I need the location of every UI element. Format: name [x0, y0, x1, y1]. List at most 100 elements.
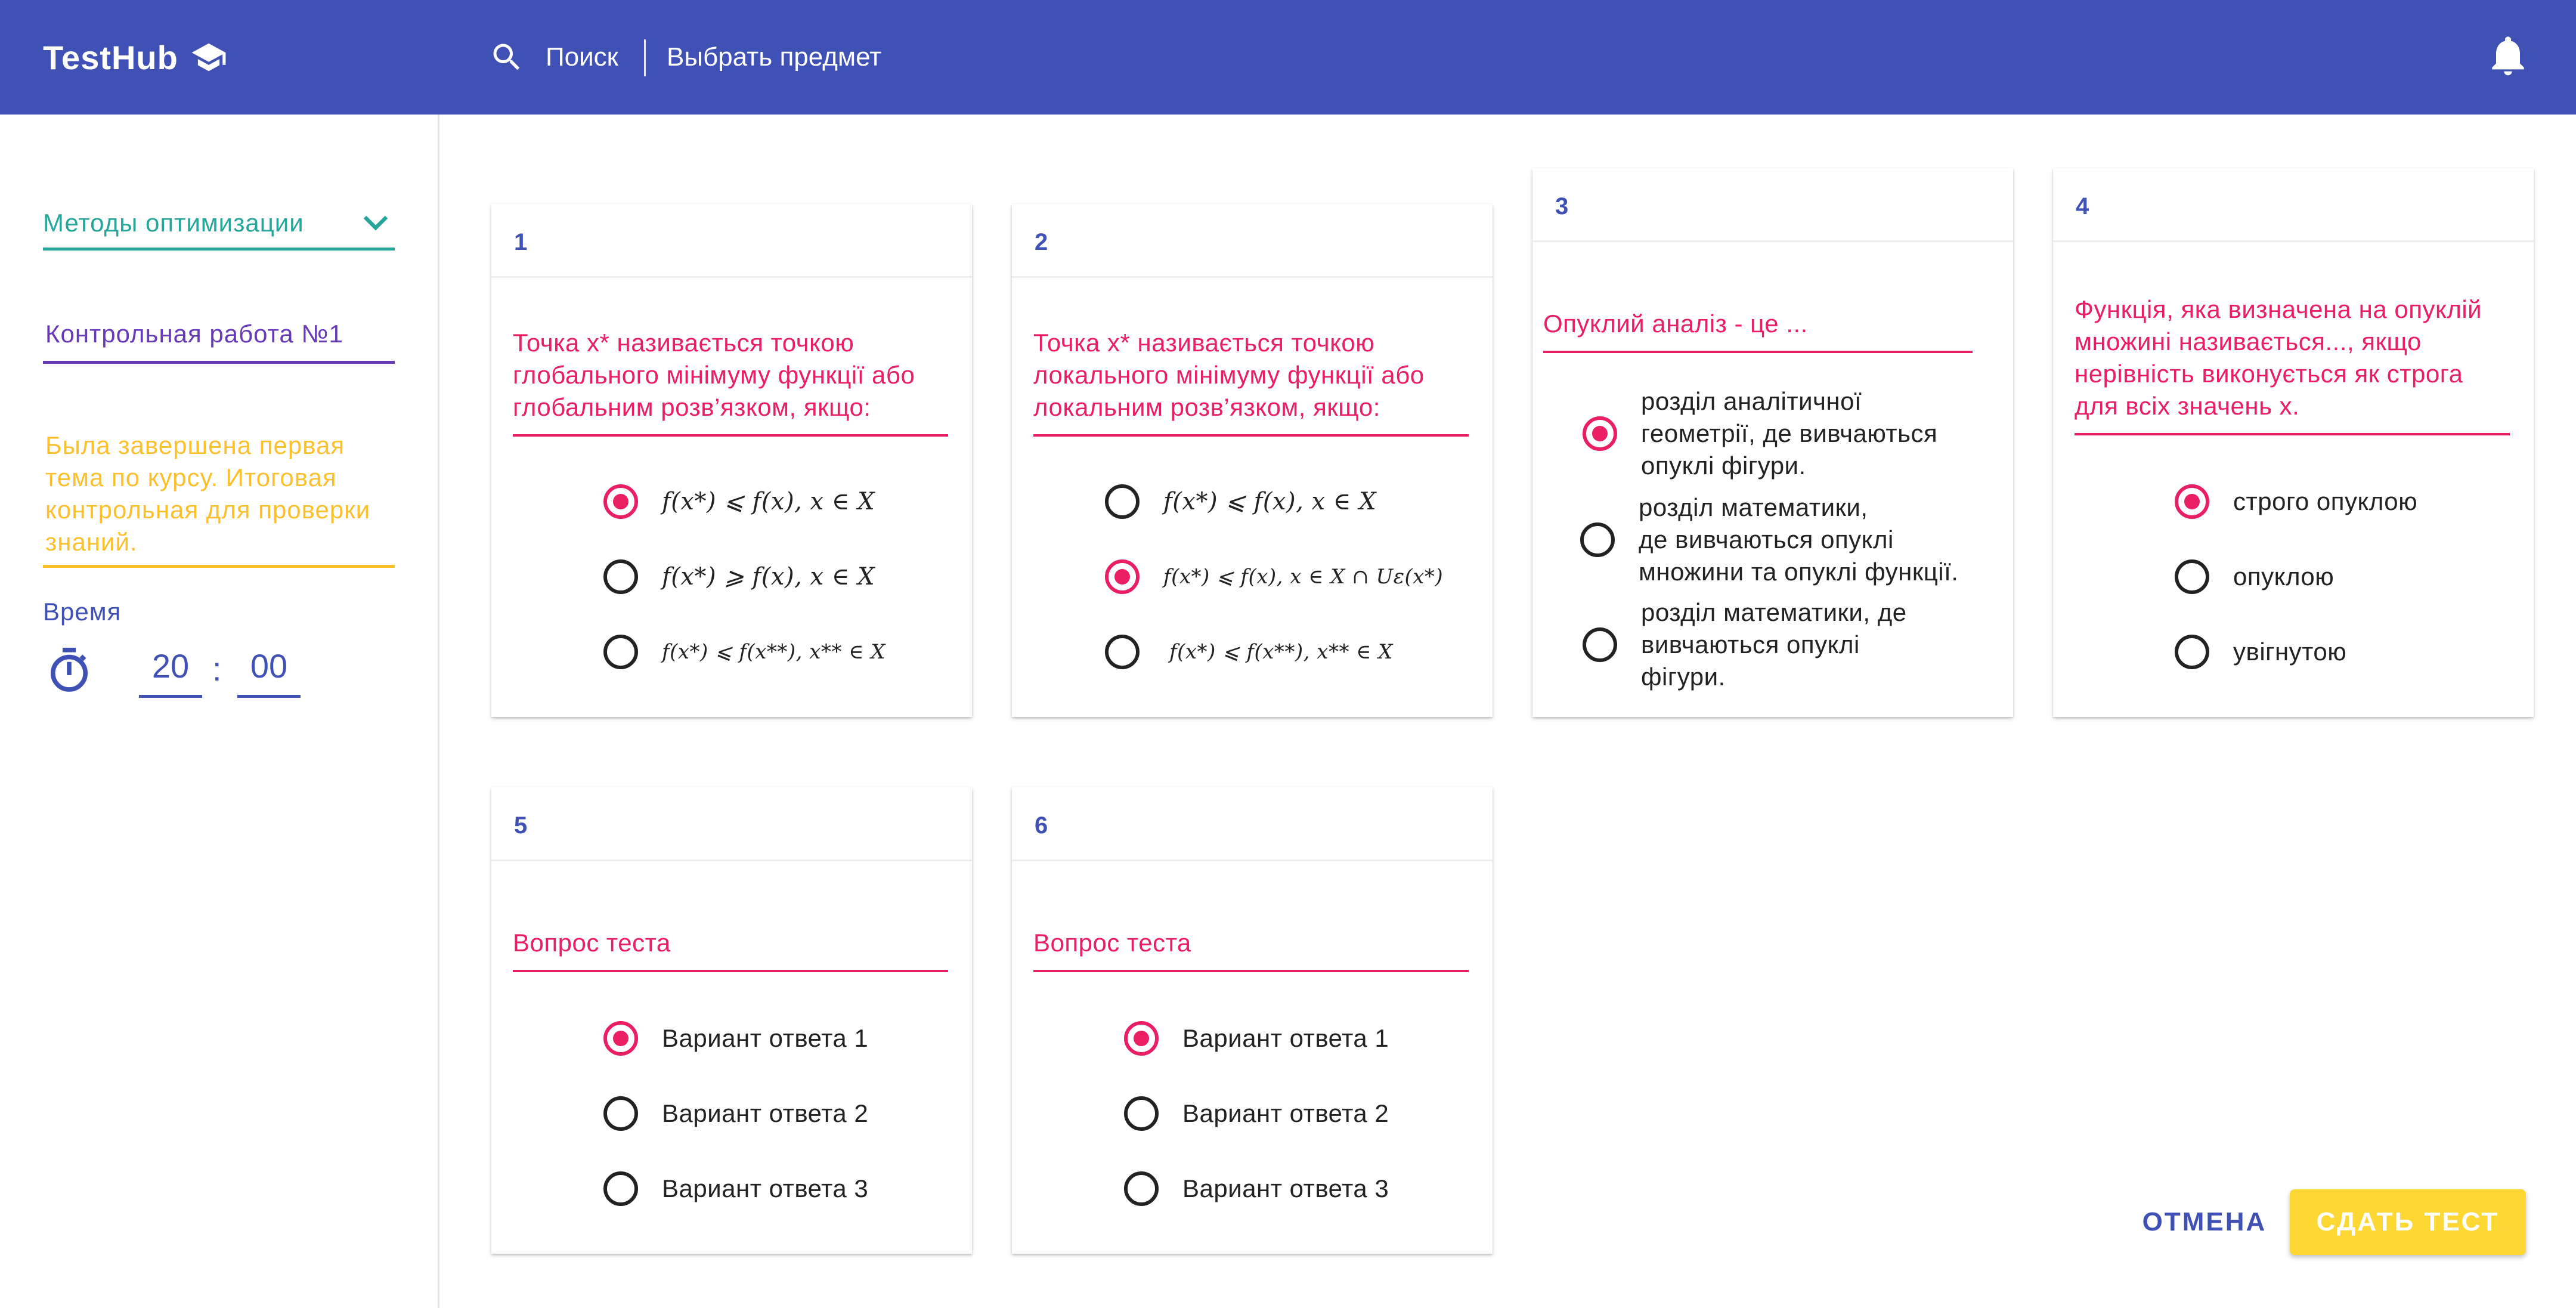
subject-select[interactable]: Методы оптимизации: [43, 202, 395, 251]
answer-option-label: f(x*) ⩽ f(x**), x** ∈ X: [1169, 640, 1393, 664]
card-header: 3: [1532, 168, 2013, 242]
radio-icon[interactable]: [2175, 635, 2209, 669]
test-description-field[interactable]: Была завершена первая тема по курсу. Ито…: [43, 429, 395, 568]
answer-line: розділ математики, де: [1641, 598, 1907, 626]
question-text: Опуклий аналіз - це ...: [1543, 308, 1973, 353]
select-subject-link[interactable]: Выбрать предмет: [667, 41, 881, 74]
question-text: Вопрос теста: [513, 927, 948, 972]
brand-logo[interactable]: TestHub: [43, 35, 227, 80]
question-number: 3: [1555, 193, 1569, 219]
answer-option-label: Вариант ответа 1: [1182, 1024, 1389, 1052]
search-link[interactable]: Поиск: [546, 41, 618, 74]
submit-test-button[interactable]: СДАТЬ ТЕСТ: [2290, 1189, 2526, 1255]
answer-option-2[interactable]: Вариант ответа 2: [603, 1096, 868, 1131]
card-header: 2: [1012, 204, 1493, 278]
question-card-5: 5 Вопрос теста Вариант ответа 1 Вариант …: [491, 787, 972, 1254]
answer-option-label: f(x*) ⩽ f(x), x ∈ X: [1163, 488, 1377, 515]
question-card-3: 3 Опуклий аналіз - це ... розділ аналіти…: [1532, 168, 2013, 717]
answer-option-1[interactable]: строго опуклою: [2175, 484, 2417, 519]
radio-icon[interactable]: [1583, 627, 1617, 662]
question-card-4: 4 Функція, яка визначена на опуклій множ…: [2053, 168, 2534, 717]
answer-option-label: строго опуклою: [2233, 487, 2418, 515]
answer-option-label: f(x*) ⩽ f(x**), x** ∈ X: [662, 640, 886, 664]
radio-icon[interactable]: [1124, 1021, 1159, 1056]
minutes-input[interactable]: 20: [139, 641, 202, 698]
search-icon[interactable]: [489, 39, 525, 75]
question-number: 6: [1035, 812, 1048, 839]
radio-icon[interactable]: [1105, 484, 1140, 519]
question-number: 2: [1035, 229, 1048, 255]
answer-option-2[interactable]: розділ математики, де вивчаються опуклі …: [1580, 491, 1958, 588]
answer-line: опуклі фігури.: [1641, 452, 1806, 480]
answer-option-label: розділ аналітичної геометрії, де вивчают…: [1641, 385, 1937, 482]
answer-option-label: Вариант ответа 1: [662, 1024, 869, 1052]
subject-select-value: Методы оптимизации: [43, 209, 304, 237]
brand-name: TestHub: [43, 38, 178, 76]
answer-option-1[interactable]: розділ аналітичної геометрії, де вивчают…: [1583, 385, 1937, 482]
answer-option-3[interactable]: Вариант ответа 3: [1124, 1171, 1389, 1206]
radio-icon[interactable]: [603, 1021, 638, 1056]
answer-option-label: Вариант ответа 3: [1182, 1174, 1389, 1202]
answer-option-label: Вариант ответа 3: [662, 1174, 869, 1202]
answer-option-label: увігнутою: [2233, 638, 2347, 666]
graduation-cap-icon: [191, 43, 226, 72]
answer-option-label: f(x*) ⩽ f(x), x ∈ X ∩ Uε(x*): [1163, 565, 1444, 589]
card-header: 4: [2053, 168, 2534, 242]
answer-option-label: Вариант ответа 2: [662, 1099, 869, 1127]
answer-option-1[interactable]: f(x*) ⩽ f(x), x ∈ X: [603, 484, 875, 519]
question-text: Вопрос теста: [1033, 927, 1469, 972]
answer-option-3[interactable]: f(x*) ⩽ f(x**), x** ∈ X: [603, 635, 886, 669]
appbar-divider: [644, 39, 646, 76]
radio-icon[interactable]: [603, 559, 638, 594]
answer-line: де вивчаються опуклі: [1639, 525, 1894, 553]
radio-icon[interactable]: [2175, 559, 2209, 594]
radio-icon[interactable]: [603, 1171, 638, 1206]
answer-option-2[interactable]: f(x*) ⩽ f(x), x ∈ X ∩ Uε(x*): [1105, 559, 1443, 594]
answer-option-2[interactable]: f(x*) ⩾ f(x), x ∈ X: [603, 559, 875, 594]
answer-option-1[interactable]: Вариант ответа 1: [603, 1021, 868, 1056]
answer-line: фігури.: [1641, 663, 1726, 691]
radio-icon[interactable]: [1583, 416, 1617, 451]
answer-option-label: опуклою: [2233, 562, 2334, 590]
answer-line: множини та опуклі функції.: [1639, 558, 1959, 586]
radio-icon[interactable]: [1124, 1096, 1159, 1131]
radio-icon[interactable]: [1580, 522, 1615, 557]
radio-icon[interactable]: [1105, 559, 1140, 594]
bell-icon[interactable]: [2484, 30, 2532, 81]
answer-option-3[interactable]: увігнутою: [2175, 635, 2346, 669]
answer-option-2[interactable]: опуклою: [2175, 559, 2334, 594]
answer-option-3[interactable]: Вариант ответа 3: [603, 1171, 868, 1206]
answer-option-label: розділ математики, де вивчаються опуклі …: [1641, 596, 1907, 693]
radio-icon[interactable]: [1124, 1171, 1159, 1206]
answer-option-label: розділ математики, де вивчаються опуклі …: [1639, 491, 1958, 588]
question-card-6: 6 Вопрос теста Вариант ответа 1 Вариант …: [1012, 787, 1493, 1254]
radio-icon[interactable]: [603, 1096, 638, 1131]
cancel-button[interactable]: ОТМЕНА: [2130, 1189, 2279, 1255]
answer-option-3[interactable]: розділ математики, де вивчаються опуклі …: [1583, 596, 1907, 693]
answer-option-2[interactable]: Вариант ответа 2: [1124, 1096, 1389, 1131]
time-label: Время: [43, 598, 122, 626]
chevron-down-icon[interactable]: [361, 211, 390, 235]
answer-option-3[interactable]: f(x*) ⩽ f(x**), x** ∈ X: [1105, 635, 1393, 669]
time-separator: :: [212, 650, 222, 688]
radio-icon[interactable]: [603, 635, 638, 669]
answer-option-label: Вариант ответа 2: [1182, 1099, 1389, 1127]
card-header: 1: [491, 204, 972, 278]
answer-option-1[interactable]: Вариант ответа 1: [1124, 1021, 1389, 1056]
radio-icon[interactable]: [2175, 484, 2209, 519]
card-header: 5: [491, 787, 972, 861]
test-name-field[interactable]: Контрольная работа №1: [43, 314, 395, 364]
answer-line: розділ аналітичної: [1641, 387, 1862, 415]
radio-icon[interactable]: [603, 484, 638, 519]
app-bar: TestHub Поиск Выбрать предмет: [0, 0, 2576, 115]
answer-option-label: f(x*) ⩾ f(x), x ∈ X: [662, 563, 875, 590]
answer-option-label: f(x*) ⩽ f(x), x ∈ X: [662, 488, 875, 515]
question-text: Функція, яка визначена на опуклій множин…: [2075, 293, 2510, 435]
answer-option-1[interactable]: f(x*) ⩽ f(x), x ∈ X: [1105, 484, 1376, 519]
question-text: Точка x* називається точкою локального м…: [1033, 327, 1469, 437]
answer-line: геометрії, де вивчаються: [1641, 419, 1938, 447]
seconds-input[interactable]: 00: [237, 641, 301, 698]
card-header: 6: [1012, 787, 1493, 861]
test-description-value: Была завершена первая тема по курсу. Ито…: [45, 431, 371, 556]
radio-icon[interactable]: [1105, 635, 1140, 669]
